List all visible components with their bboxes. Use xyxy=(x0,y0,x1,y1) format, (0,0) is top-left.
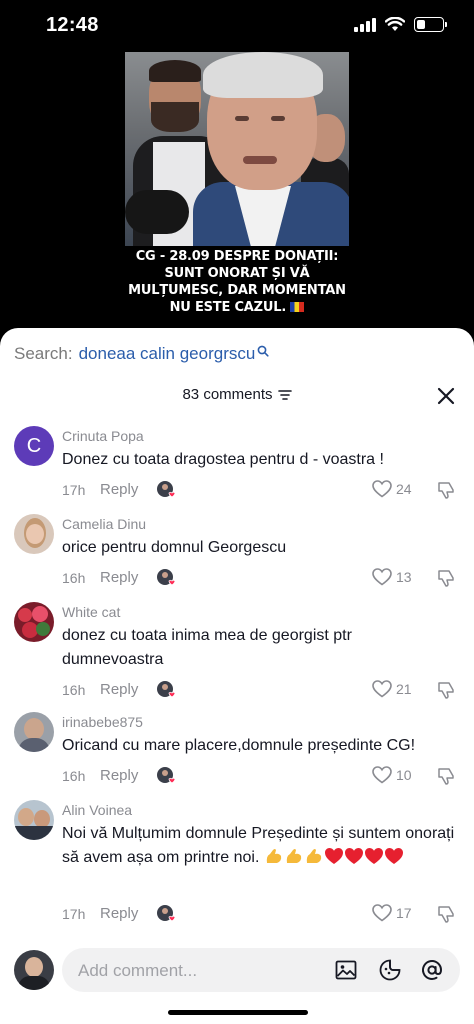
comment-text: orice pentru domnul Georgescu xyxy=(62,539,287,556)
comment-author[interactable]: Crinuta Popa xyxy=(62,428,144,444)
like-button[interactable]: 10 xyxy=(372,766,412,784)
comment-author[interactable]: Alin Voinea xyxy=(62,802,132,818)
avatar[interactable] xyxy=(14,514,54,554)
dislike-icon[interactable] xyxy=(436,766,456,786)
like-count: 17 xyxy=(396,905,412,921)
home-indicator xyxy=(168,1010,308,1015)
comment-meta: 16h Reply 21 xyxy=(62,680,462,702)
avatar[interactable] xyxy=(14,712,54,752)
reply-button[interactable]: Reply xyxy=(100,569,138,586)
comment-author[interactable]: Camelia Dinu xyxy=(62,516,146,532)
comment-time: 17h xyxy=(62,906,86,922)
comment-time: 16h xyxy=(62,682,86,698)
battery-level xyxy=(417,19,426,29)
comment-meta: 17h Reply 24 xyxy=(62,480,462,502)
search-label: Search: xyxy=(14,344,73,363)
search-query-link[interactable]: doneaa calin georgrscu xyxy=(79,344,256,364)
like-button[interactable]: 13 xyxy=(372,568,412,586)
caption-line: SUNT ONORAT ȘI VĂ xyxy=(164,266,310,281)
emoji-sticker-icon[interactable] xyxy=(378,958,402,982)
related-search[interactable]: Search: doneaa calin georgrscu xyxy=(14,344,269,364)
red-heart-emoji xyxy=(324,848,343,864)
comments-count-header[interactable]: 83 comments xyxy=(0,386,474,403)
romania-flag-icon xyxy=(290,302,305,312)
comment-input-placeholder: Add comment... xyxy=(78,961,198,980)
image-icon[interactable] xyxy=(334,958,358,982)
like-button[interactable]: 21 xyxy=(372,680,412,698)
avatar[interactable] xyxy=(14,800,54,840)
comment-meta: 16h Reply 13 xyxy=(62,568,462,590)
heart-icon xyxy=(372,904,392,922)
dislike-icon[interactable] xyxy=(436,568,456,588)
comments-sheet: Search: doneaa calin georgrscu 83 commen… xyxy=(0,328,474,1024)
caption-line: MULȚUMESC, DAR MOMENTAN xyxy=(128,283,346,298)
comment-input[interactable]: Add comment... xyxy=(62,948,460,992)
status-time: 12:48 xyxy=(46,14,99,36)
comment-author[interactable]: White cat xyxy=(62,604,120,620)
caption-line: NU ESTE CAZUL. xyxy=(125,299,349,316)
comment-meta: 17h Reply 17 xyxy=(62,904,462,926)
like-button[interactable]: 24 xyxy=(372,480,412,498)
reply-button[interactable]: Reply xyxy=(100,767,138,784)
search-icon xyxy=(257,345,269,357)
red-heart-emoji xyxy=(364,848,383,864)
creator-liked-icon xyxy=(157,905,176,922)
caption-line: CG - 28.09 DESPRE DONAȚII: xyxy=(135,249,339,264)
like-count: 24 xyxy=(396,481,412,497)
cellular-signal-icon xyxy=(354,16,376,32)
heart-icon xyxy=(372,568,392,586)
emoji-group xyxy=(264,848,404,866)
battery-icon xyxy=(414,16,447,32)
comment-author[interactable]: irinabebe875 xyxy=(62,714,143,730)
creator-liked-icon xyxy=(157,481,176,498)
red-heart-emoji xyxy=(384,848,403,864)
my-avatar xyxy=(14,950,54,990)
like-count: 10 xyxy=(396,767,412,783)
creator-liked-icon xyxy=(157,681,176,698)
flexed-biceps-emoji xyxy=(306,849,322,863)
creator-liked-icon xyxy=(157,569,176,586)
dislike-icon[interactable] xyxy=(436,480,456,500)
flexed-biceps-emoji xyxy=(266,849,282,863)
heart-icon xyxy=(372,766,392,784)
comment-time: 17h xyxy=(62,482,86,498)
screen: 12:48 CG - 28.09 DESPRE DONAȚII: SUNT ON… xyxy=(0,0,474,1024)
status-bar: 12:48 xyxy=(0,0,474,52)
like-count: 13 xyxy=(396,569,412,585)
creator-liked-icon xyxy=(157,767,176,784)
comments-count: 83 comments xyxy=(182,386,273,403)
comment-text: donez cu toata inima mea de georgist ptr… xyxy=(62,627,352,668)
like-button[interactable]: 17 xyxy=(372,904,412,922)
comment-text: Noi vă Mulțumim domnule Președinte și su… xyxy=(62,822,457,870)
close-icon[interactable] xyxy=(436,386,456,406)
dislike-icon[interactable] xyxy=(436,680,456,700)
avatar[interactable]: C xyxy=(14,426,54,466)
sort-icon xyxy=(277,389,292,400)
comment-time: 16h xyxy=(62,768,86,784)
avatar[interactable] xyxy=(14,602,54,642)
comment-text: Donez cu toata dragostea pentru d - voas… xyxy=(62,451,384,468)
reply-button[interactable]: Reply xyxy=(100,681,138,698)
status-icons xyxy=(354,16,447,32)
comment-input-bar: Add comment... xyxy=(0,940,474,1024)
heart-icon xyxy=(372,680,392,698)
flexed-biceps-emoji xyxy=(286,849,302,863)
comment-time: 16h xyxy=(62,570,86,586)
reply-button[interactable]: Reply xyxy=(100,481,138,498)
dislike-icon[interactable] xyxy=(436,904,456,924)
red-heart-emoji xyxy=(344,848,363,864)
video-frame xyxy=(125,52,349,246)
video-player[interactable]: CG - 28.09 DESPRE DONAȚII: SUNT ONORAT Ș… xyxy=(125,52,349,328)
comments-list[interactable]: C Crinuta Popa Donez cu toata dragostea … xyxy=(0,420,474,940)
comment-meta: 16h Reply 10 xyxy=(62,766,462,788)
microphone xyxy=(125,190,189,234)
reply-button[interactable]: Reply xyxy=(100,905,138,922)
heart-icon xyxy=(372,480,392,498)
wifi-icon xyxy=(385,16,405,31)
video-person-main xyxy=(193,52,349,246)
comment-text: Oricand cu mare placere,domnule președin… xyxy=(62,737,416,754)
mention-icon[interactable] xyxy=(420,958,444,982)
video-caption: CG - 28.09 DESPRE DONAȚII: SUNT ONORAT Ș… xyxy=(125,248,349,316)
like-count: 21 xyxy=(396,681,412,697)
